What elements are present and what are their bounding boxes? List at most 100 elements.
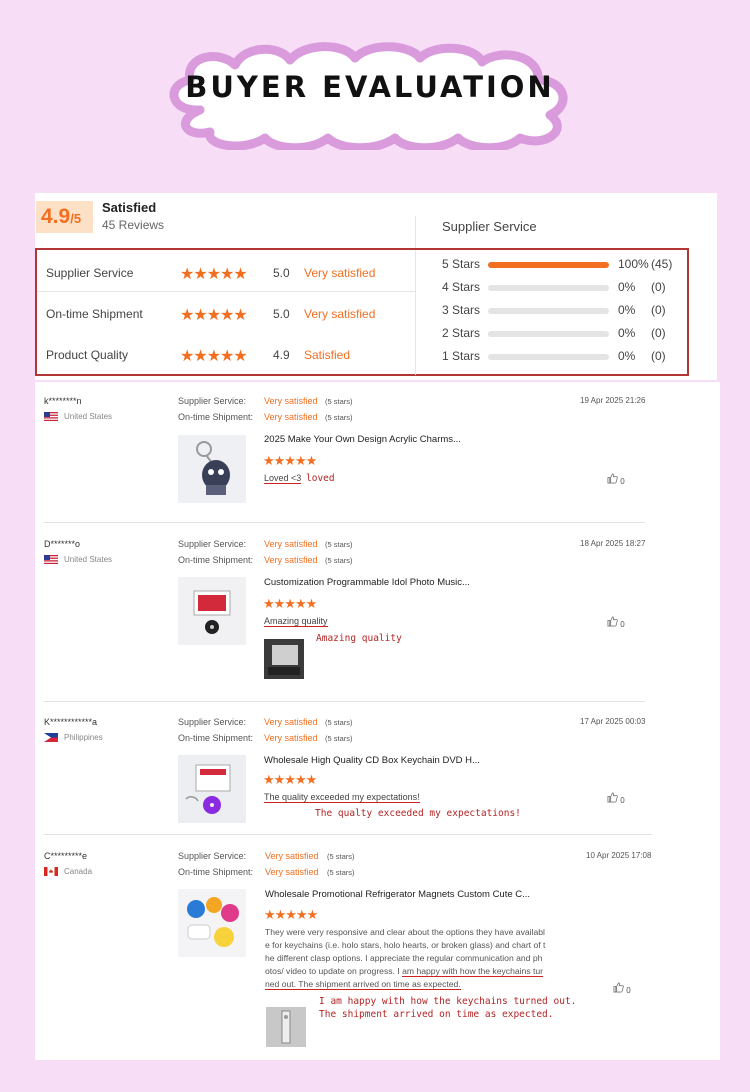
review-date: 19 Apr 2025 21:26 [580, 396, 646, 405]
distribution-bar-fill [488, 262, 609, 268]
rating-score: 5.0 [273, 266, 290, 280]
magnets-image-icon [187, 897, 239, 947]
distribution-count: (0) [651, 303, 666, 317]
product-title[interactable]: Wholesale High Quality CD Box Keychain D… [264, 755, 480, 766]
service-label: Supplier Service: [178, 539, 247, 549]
review-comment: Loved <3 [264, 473, 302, 484]
distribution-label: 5 Stars [442, 257, 481, 271]
review-comment-line: e for keychains (i.e. holo stars, holo h… [265, 940, 546, 950]
thumbs-up-icon [607, 616, 618, 627]
like-count: 0 [626, 986, 631, 995]
star-rating-icon: ★★★★★ [180, 348, 248, 365]
overall-status: Satisfied [102, 200, 157, 215]
distribution-label: 2 Stars [442, 326, 481, 340]
review-comment: The quality exceeded my expectations! [264, 792, 420, 803]
review-date: 10 Apr 2025 17:08 [586, 851, 652, 860]
distribution-bar [488, 285, 609, 291]
philippines-flag-icon [44, 733, 58, 743]
photo-image-icon [264, 639, 304, 679]
shipment-value: Very satisfied [264, 733, 318, 743]
service-stars: (5 stars) [325, 397, 353, 406]
distribution-label: 3 Stars [442, 303, 481, 317]
rating-row-product-quality: Product Quality ★★★★★ 4.9 Satisfied [46, 346, 416, 366]
review-photo[interactable] [266, 1007, 306, 1047]
reviewer-name: K************a [44, 717, 98, 727]
service-label: Supplier Service: [178, 717, 247, 727]
distribution-bar [488, 354, 609, 360]
review-comment-highlight: am happy with how the keychains tur [402, 966, 544, 977]
review-comment-text: Loved <3 [264, 473, 302, 484]
cd-box-image-icon [193, 590, 231, 634]
product-title[interactable]: 2025 Make Your Own Design Acrylic Charms… [264, 434, 461, 445]
like-button[interactable]: 0 [607, 792, 625, 805]
product-thumbnail[interactable] [178, 435, 246, 503]
product-thumbnail[interactable] [178, 889, 246, 957]
like-count: 0 [620, 796, 625, 805]
reviews-count[interactable]: 45 Reviews [102, 218, 164, 232]
distribution-bar [488, 308, 609, 314]
divider [37, 291, 415, 292]
shipment-label: On-time Shipment: [178, 867, 254, 877]
distribution-percent: 0% [618, 349, 636, 363]
rating-row-supplier-service: Supplier Service ★★★★★ 5.0 Very satisfie… [46, 264, 416, 284]
overall-score-suffix: /5 [70, 211, 82, 226]
reviewer-country: Canada [44, 867, 92, 877]
review-comment-line: he different clasp options. I appreciate… [265, 953, 543, 963]
reviewer-country: United States [44, 555, 112, 565]
review-item: D*******o United States Supplier Service… [35, 525, 720, 703]
rating-score: 4.9 [273, 348, 290, 362]
review-divider [44, 522, 645, 523]
rating-label: On-time Shipment [46, 307, 143, 321]
keychain-image-icon [196, 441, 230, 495]
rating-text: Very satisfied [304, 266, 376, 280]
star-rating-icon: ★★★★★ [180, 266, 248, 283]
product-title[interactable]: Wholesale Promotional Refrigerator Magne… [265, 889, 530, 900]
review-date: 17 Apr 2025 00:03 [580, 717, 646, 726]
product-title[interactable]: Customization Programmable Idol Photo Mu… [264, 577, 470, 588]
distribution-bar [488, 262, 609, 268]
review-divider [44, 701, 645, 702]
cd-keychain-image-icon [185, 764, 231, 814]
review-item: k********n United States Supplier Servic… [35, 382, 720, 524]
review-photo[interactable] [264, 639, 304, 679]
rating-row-ontime-shipment: On-time Shipment ★★★★★ 5.0 Very satisfie… [46, 305, 416, 325]
country-name: Philippines [64, 733, 103, 742]
like-button[interactable]: 0 [607, 473, 625, 486]
distribution-row-1: 1 Stars 0% (0) [442, 349, 682, 365]
service-label: Supplier Service: [178, 396, 247, 406]
review-list: k********n United States Supplier Servic… [35, 382, 720, 1060]
review-comment-text: Amazing quality [264, 616, 328, 627]
shipment-value: Very satisfied [265, 867, 319, 877]
review-comment-highlight: ned out. The shipment arrived on time as… [265, 979, 461, 990]
review-annotation: The shipment arrived on time as expected… [319, 1009, 554, 1020]
reviewer-name: C*********e [44, 851, 88, 861]
distribution-count: (0) [651, 280, 666, 294]
shipment-stars: (5 stars) [325, 413, 353, 422]
like-count: 0 [620, 620, 625, 629]
distribution-count: (0) [651, 326, 666, 340]
thumbs-up-icon [613, 982, 624, 993]
product-thumbnail[interactable] [178, 755, 246, 823]
reviewer-country: Philippines [44, 733, 103, 743]
like-button[interactable]: 0 [613, 982, 631, 995]
distribution-count: (45) [651, 257, 673, 271]
distribution-label: 4 Stars [442, 280, 481, 294]
service-value: Very satisfied [265, 851, 319, 861]
distribution-percent: 0% [618, 280, 636, 294]
reviewer-name: k********n [44, 396, 82, 406]
like-button[interactable]: 0 [607, 616, 625, 629]
reviewer-name: D*******o [44, 539, 81, 549]
service-value: Very satisfied [264, 539, 318, 549]
photo-image-icon [266, 1007, 306, 1047]
product-thumbnail[interactable] [178, 577, 246, 645]
canada-flag-icon [44, 867, 58, 877]
review-annotation: loved [306, 473, 335, 484]
service-label: Supplier Service: [178, 851, 247, 861]
shipment-value: Very satisfied [264, 412, 318, 422]
service-value: Very satisfied [264, 717, 318, 727]
review-comment: They were very responsive and clear abou… [265, 926, 573, 991]
review-comment-line: otos/ video to update on progress. I am … [265, 965, 573, 978]
shipment-value: Very satisfied [264, 555, 318, 565]
review-comment-line: ned out. The shipment arrived on time as… [265, 978, 573, 991]
distribution-count: (0) [651, 349, 666, 363]
